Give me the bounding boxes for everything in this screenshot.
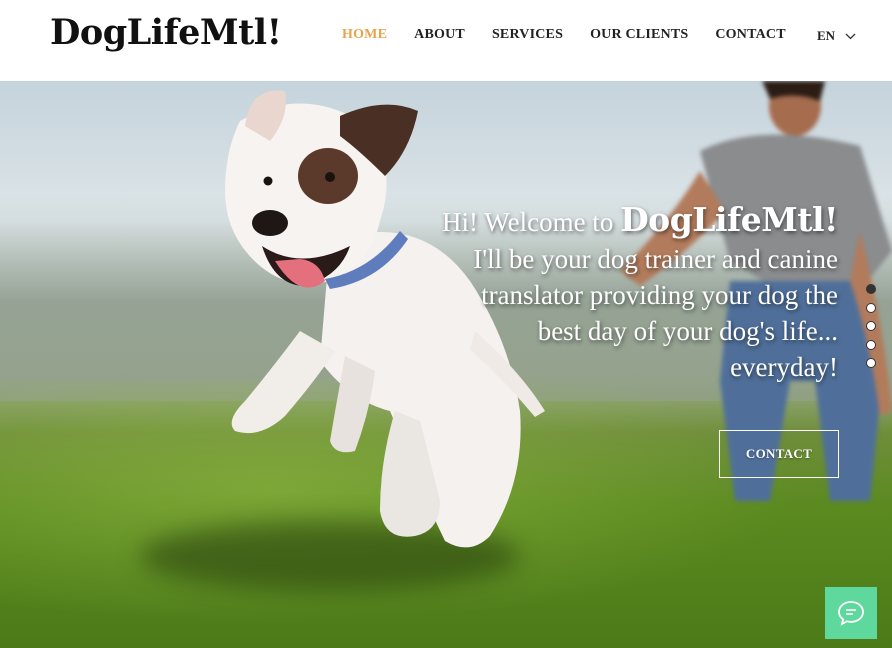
hero-greeting: Hi! Welcome to [442,207,614,237]
chat-bubble-icon [838,601,864,626]
section-dot-2[interactable] [866,302,876,313]
hero-body-line: everyday! [730,352,838,382]
chevron-down-icon [845,33,856,39]
section-dot-3[interactable] [866,321,876,331]
main-nav: HOME ABOUT SERVICES OUR CLIENTS CONTACT [342,27,786,43]
section-dot-1[interactable] [866,284,876,294]
hero-body-line: I'll be your dog trainer and canine [473,244,838,274]
chat-button[interactable] [825,587,877,639]
nav-about[interactable]: ABOUT [414,27,465,43]
hero-contact-button[interactable]: CONTACT [719,430,839,478]
hero-body-line: best day of your dog's life... [537,316,838,346]
language-label: EN [817,28,836,43]
language-selector[interactable]: EN [817,28,856,44]
nav-contact[interactable]: CONTACT [715,27,785,43]
nav-home[interactable]: HOME [342,27,387,43]
hero-headline: Hi! Welcome to DogLifeMtl! I'll be your … [418,201,838,385]
hero-brand: DogLifeMtl! [620,200,838,239]
hero-section: Hi! Welcome to DogLifeMtl! I'll be your … [0,81,892,648]
section-dot-nav [866,284,876,368]
site-logo[interactable]: DogLifeMtl! [50,12,282,53]
hero-body-line: translator providing your dog the [481,280,838,310]
section-dot-4[interactable] [866,339,876,350]
nav-our-clients[interactable]: OUR CLIENTS [590,27,688,43]
site-header: DogLifeMtl! HOME ABOUT SERVICES OUR CLIE… [0,0,892,81]
hero-body-text: I'll be your dog trainer and canine tran… [418,241,838,385]
nav-services[interactable]: SERVICES [492,27,563,43]
hero-greeting-line: Hi! Welcome to DogLifeMtl! [418,201,838,241]
section-dot-5[interactable] [866,358,876,368]
